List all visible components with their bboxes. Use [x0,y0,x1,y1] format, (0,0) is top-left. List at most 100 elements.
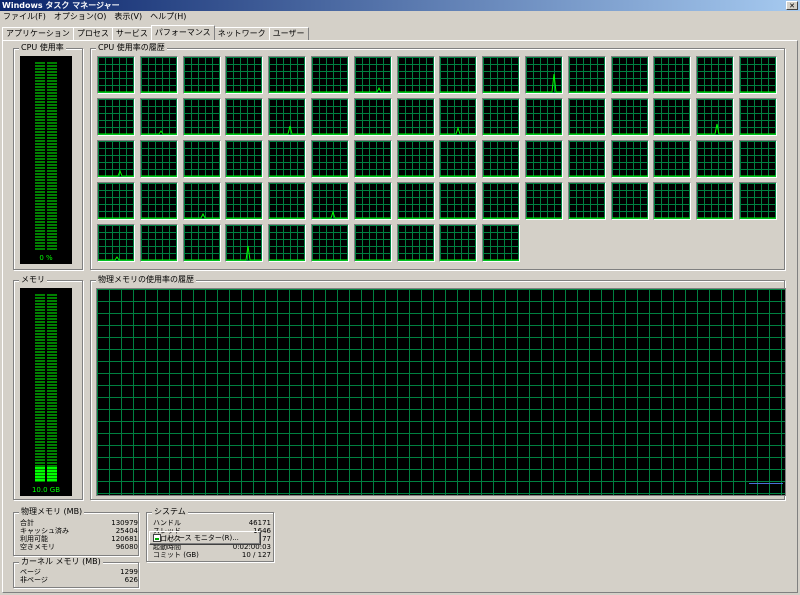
cpu-core-trace [141,259,177,261]
tab-strip: アプリケーション プロセス サービス パフォーマンス ネットワーク ユーザー [2,25,309,40]
cpu-core-graph [696,56,734,94]
tab-performance[interactable]: パフォーマンス [150,25,215,40]
cpu-core-trace [269,91,305,93]
stat-value: 130979 [111,519,138,527]
cpu-core-graph [739,140,777,178]
cpu-core-graph [696,140,734,178]
stat-value: 25404 [115,527,138,535]
cpu-core-graph [225,182,263,220]
stat-value: 1299 [120,568,138,576]
menu-file[interactable]: ファイル(F) [3,11,46,23]
stat-label: 合計 [20,519,34,527]
cpu-core-trace [355,86,391,93]
cpu-core-trace [312,259,348,261]
cpu-core-trace [697,123,733,135]
menu-help[interactable]: ヘルプ(H) [150,11,186,23]
stat-row: コミット (GB) 10 / 127 [153,551,271,559]
cpu-core-trace [654,175,690,177]
stat-value: 77 [262,535,271,543]
cpu-core-trace [312,133,348,135]
stat-label: ハンドル [153,519,181,527]
cpu-core-graph [439,182,477,220]
cpu-core-trace [612,133,648,135]
cpu-core-graph [97,140,135,178]
window-title: Windows タスク マネージャー [2,1,120,10]
cpu-core-trace [654,91,690,93]
stat-row: 空きメモリ 96080 [20,543,138,551]
cpu-core-trace [355,217,391,219]
stat-value: 96080 [115,543,138,551]
tab-services[interactable]: サービス [111,27,152,40]
cpu-core-trace [355,259,391,261]
cpu-core-graph [525,98,563,136]
cpu-core-graph [611,98,649,136]
cpu-core-trace [226,175,262,177]
cpu-core-trace [398,175,434,177]
cpu-core-graph [397,140,435,178]
cpu-core-graph [97,182,135,220]
tab-users[interactable]: ユーザー [268,27,309,40]
cpu-core-trace [697,217,733,219]
cpu-core-graph [397,224,435,262]
stat-label: 利用可能 [20,535,48,543]
cpu-core-graph [568,98,606,136]
cpu-core-graph [225,98,263,136]
resource-monitor-button[interactable]: リソース モニター(R)... [149,531,261,545]
cpu-core-trace [740,91,776,93]
cpu-core-graph [97,56,135,94]
tab-processes[interactable]: プロセス [72,27,113,40]
memory-usage-value: 10.0 GB [31,486,61,494]
cpu-core-graph [225,224,263,262]
cpu-core-graph [225,140,263,178]
memory-meter-bars [35,294,57,482]
cpu-core-trace [697,91,733,93]
tab-networking[interactable]: ネットワーク [213,27,270,40]
cpu-core-graph [482,56,520,94]
cpu-core-graph [653,182,691,220]
cpu-core-trace [312,91,348,93]
title-bar: Windows タスク マネージャー ✕ [0,0,800,11]
resource-monitor-label: リソース モニター(R)... [164,534,239,542]
cpu-core-graph [311,224,349,262]
stat-value: 120681 [111,535,138,543]
cpu-core-graph [525,56,563,94]
cpu-core-trace [612,175,648,177]
cpu-core-trace [184,175,220,177]
cpu-core-trace [184,133,220,135]
tab-applications[interactable]: アプリケーション [2,27,74,40]
cpu-core-graph [611,140,649,178]
cpu-core-trace [141,217,177,219]
close-icon[interactable]: ✕ [786,1,798,10]
cpu-core-trace [654,217,690,219]
stat-row: 合計 130979 [20,519,138,527]
stat-row: ハンドル 46171 [153,519,271,527]
menu-view[interactable]: 表示(V) [114,11,142,23]
physical-memory-group: 物理メモリ (MB) 合計 130979 キャッシュ済み 25404 利用可能 120… [13,507,139,556]
cpu-core-trace [526,133,562,135]
cpu-usage-value: 0 % [39,254,53,262]
kernel-memory-title: カーネル メモリ (MB) [19,557,103,567]
cpu-core-trace [226,217,262,219]
cpu-core-graph [525,140,563,178]
cpu-core-graph [525,182,563,220]
cpu-core-graph [568,140,606,178]
cpu-core-trace [569,175,605,177]
stat-row: 利用可能 120681 [20,535,138,543]
menu-options[interactable]: オプション(O) [54,11,107,23]
cpu-core-trace [483,217,519,219]
cpu-core-graph [354,56,392,94]
cpu-core-graph [354,182,392,220]
cpu-core-trace [141,175,177,177]
stat-label: コミット (GB) [153,551,199,559]
cpu-core-graph [739,56,777,94]
cpu-core-graph [482,140,520,178]
cpu-core-trace [98,91,134,93]
cpu-core-graph [611,182,649,220]
cpu-core-graph [268,224,306,262]
cpu-core-trace [483,175,519,177]
cpu-core-trace [740,133,776,135]
cpu-core-graph [739,98,777,136]
cpu-core-graph [611,56,649,94]
stat-label: 空きメモリ [20,543,55,551]
cpu-core-graph [653,56,691,94]
